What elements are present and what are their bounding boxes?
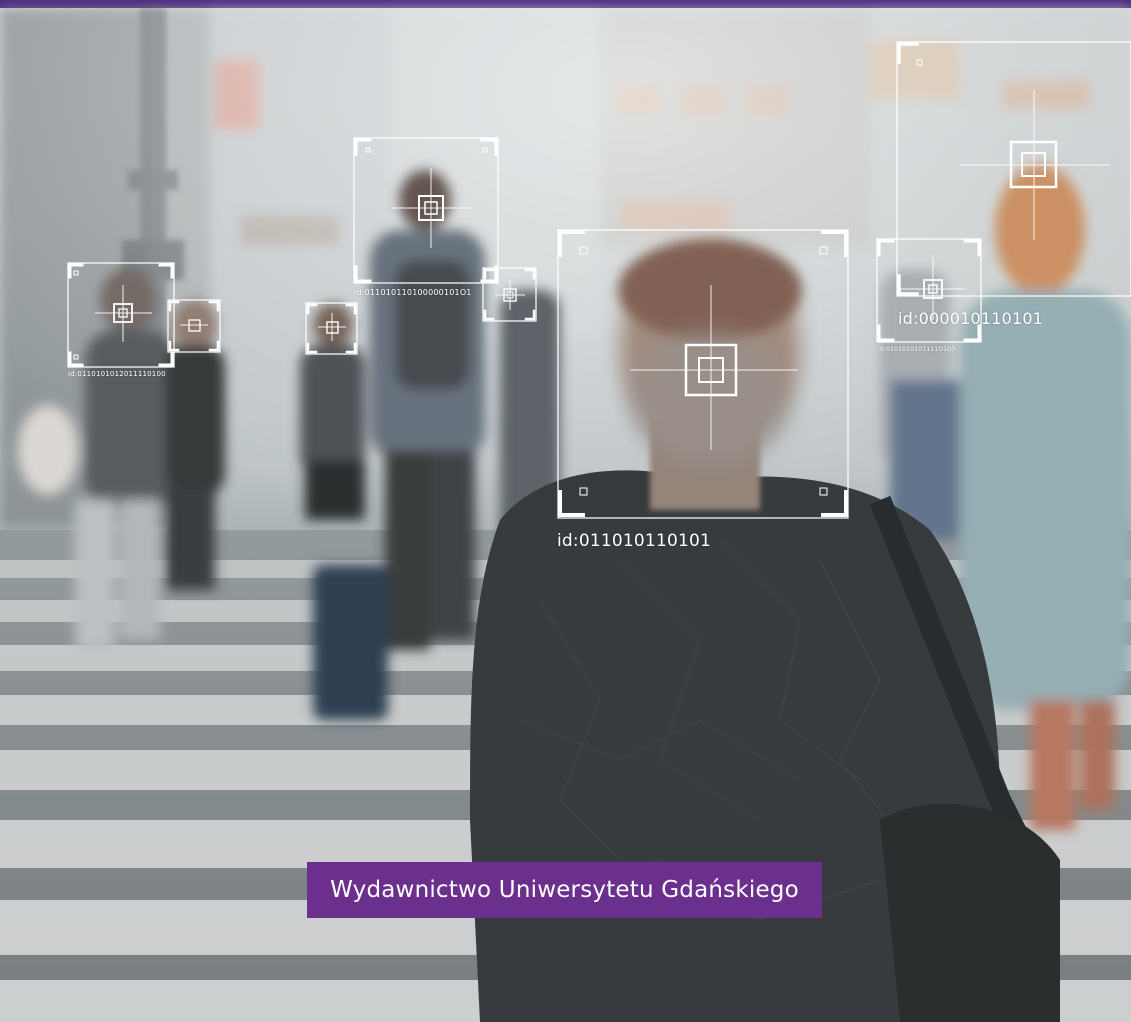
face-id-backpack: id:011010110100000101O1	[354, 288, 472, 297]
publisher-banner: Wydawnictwo Uniwersytetu Gdańskiego	[307, 862, 822, 918]
face-id-main: id:011010110101	[557, 531, 712, 551]
publisher-name: Wydawnictwo Uniwersytetu Gdańskiego	[330, 877, 799, 903]
face-id-right: id:000010110101	[898, 309, 1044, 328]
face-id-left: id:0110101012011110100	[68, 370, 166, 378]
face-id-small-right: id:0101010101111O100	[878, 346, 956, 353]
cover-image: id:011010110101 id:000010110101 id:01101…	[0, 0, 1131, 1022]
